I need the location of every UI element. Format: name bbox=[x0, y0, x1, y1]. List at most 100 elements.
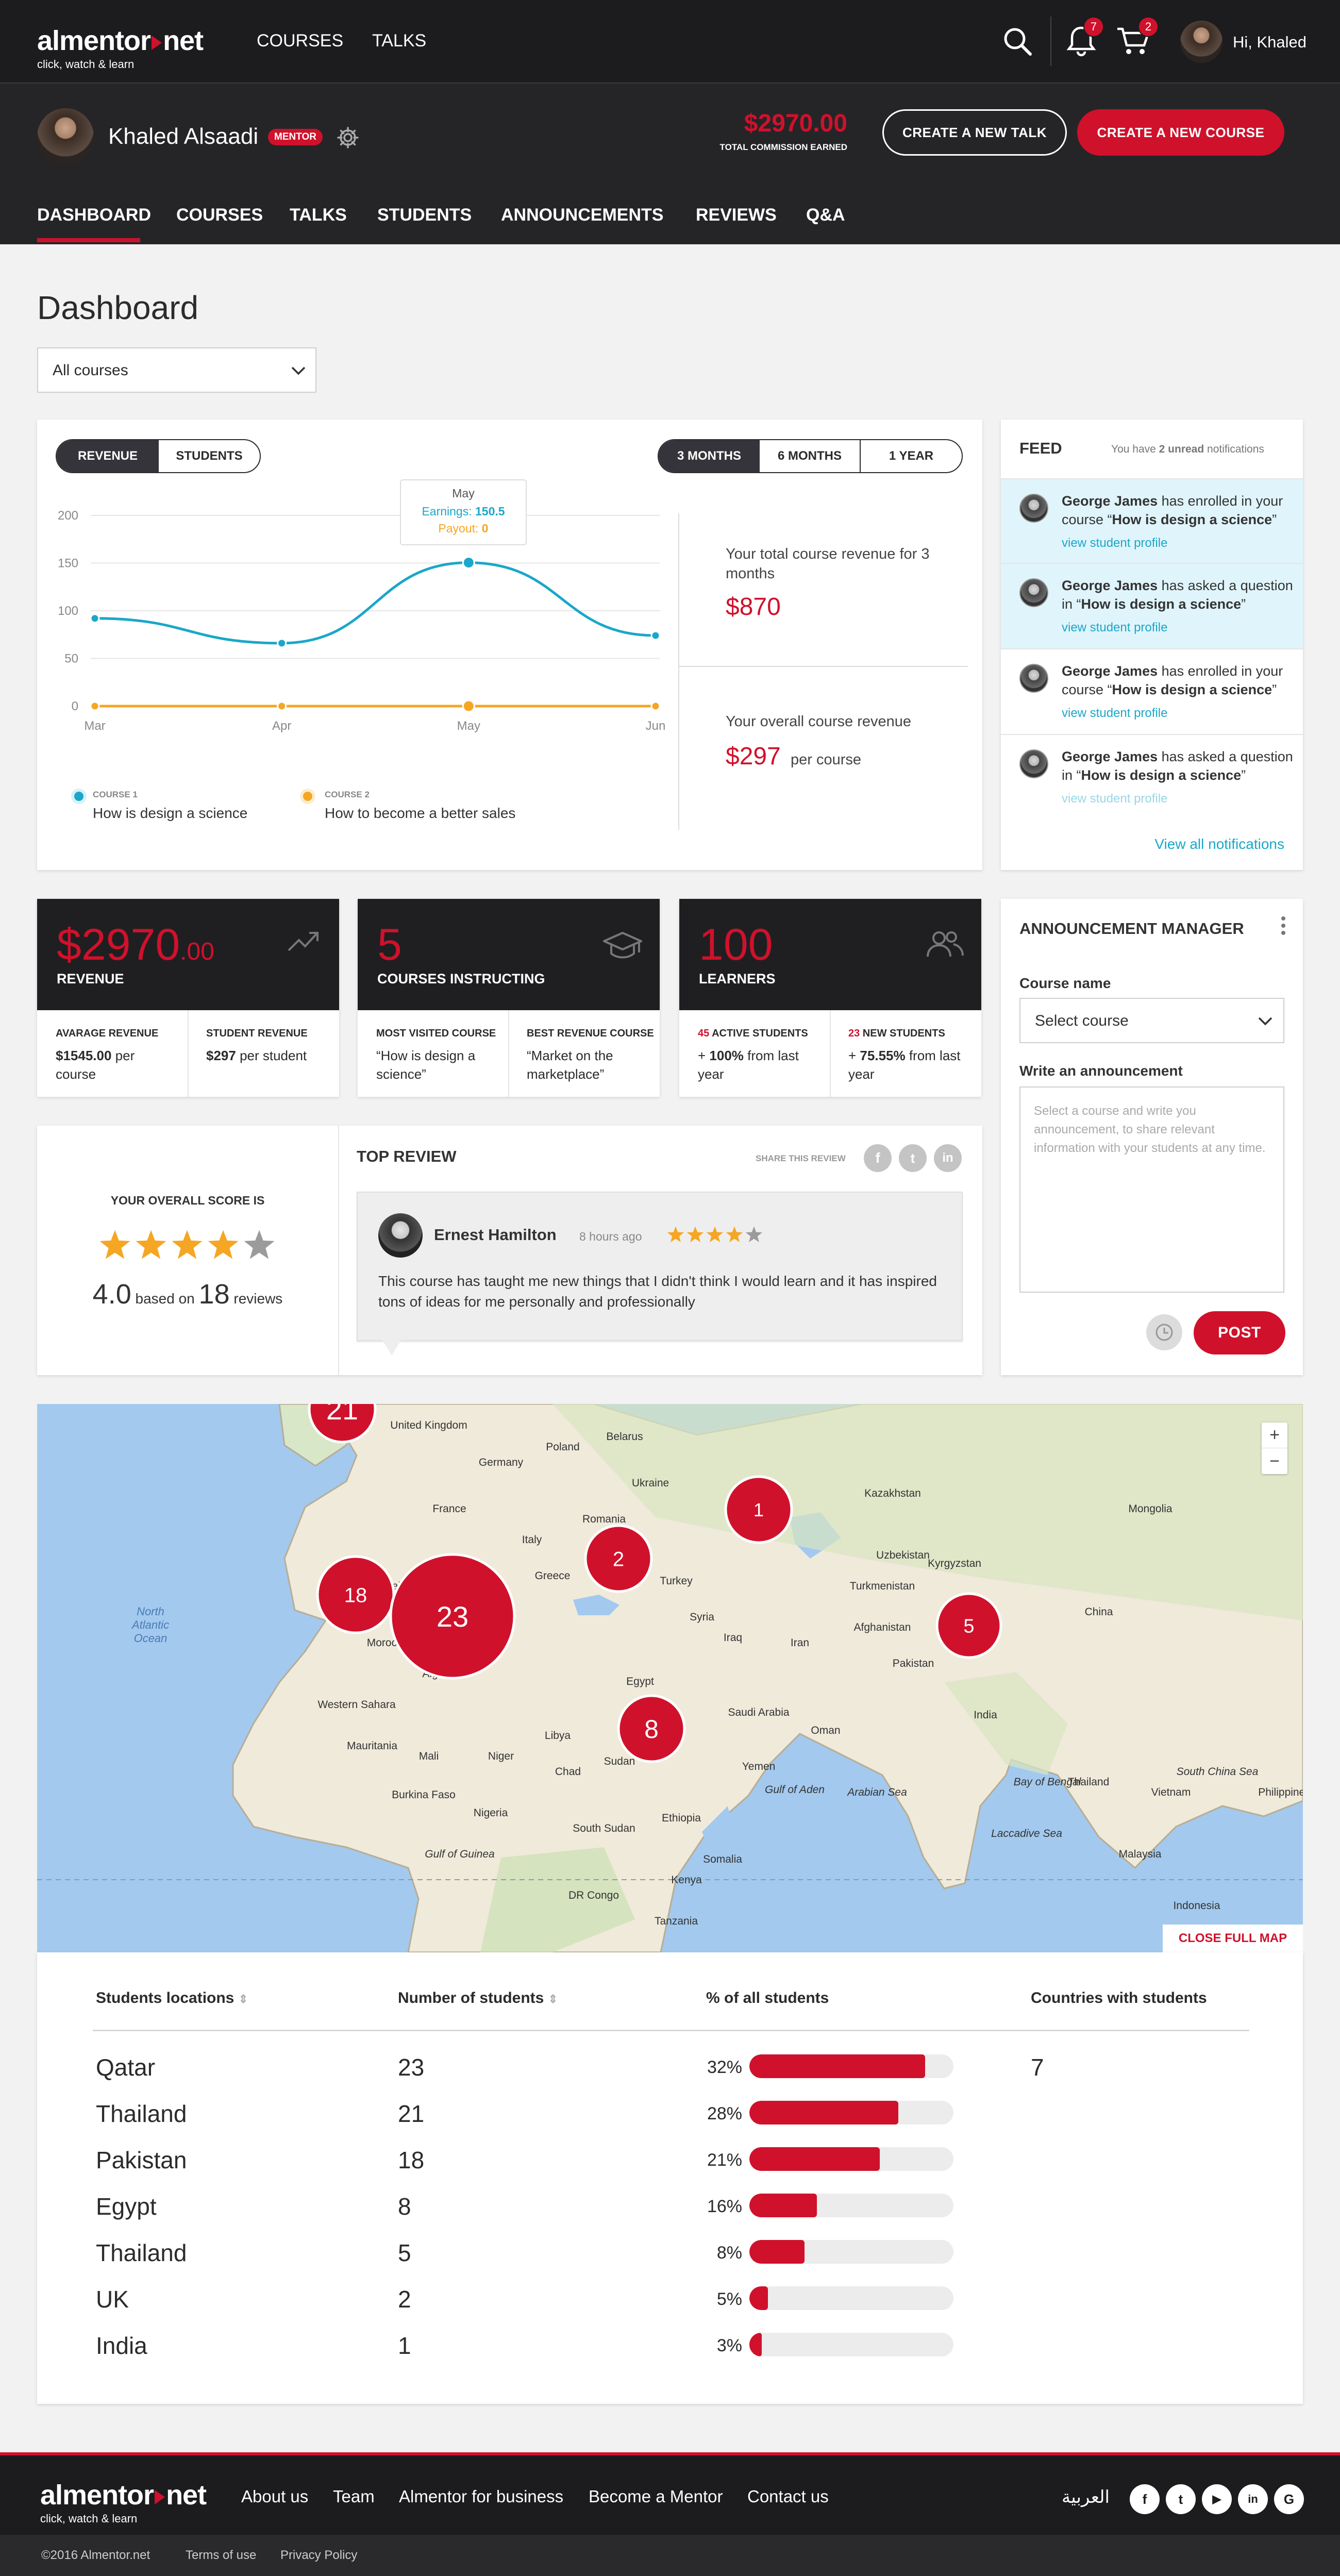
course-name-label: Course name bbox=[1019, 975, 1111, 991]
footer-link-contact[interactable]: Contact us bbox=[747, 2487, 829, 2506]
map-cluster-marker[interactable]: 8 bbox=[617, 1694, 686, 1763]
map-cluster-marker[interactable]: 1 bbox=[724, 1475, 793, 1544]
location-percent: 28% bbox=[707, 2104, 742, 2123]
map-cluster-marker[interactable]: 23 bbox=[389, 1553, 516, 1680]
range-6-months[interactable]: 6 MONTHS bbox=[760, 440, 861, 472]
course-filter-select[interactable]: All courses bbox=[37, 347, 316, 393]
create-course-button[interactable]: CREATE A NEW COURSE bbox=[1077, 109, 1284, 156]
map-country-label: Nigeria bbox=[474, 1807, 508, 1819]
zoom-in-button[interactable]: + bbox=[1262, 1423, 1287, 1448]
terms-link[interactable]: Terms of use bbox=[186, 2548, 256, 2563]
logo[interactable]: almentor net click, watch & learn bbox=[37, 25, 204, 71]
footer-link-business[interactable]: Almentor for business bbox=[399, 2487, 563, 2506]
data-point[interactable] bbox=[462, 699, 475, 713]
zoom-out-button[interactable]: − bbox=[1262, 1448, 1287, 1474]
twitter-share-icon[interactable]: t bbox=[899, 1144, 927, 1172]
post-button[interactable]: POST bbox=[1194, 1311, 1285, 1354]
linkedin-share-icon[interactable]: in bbox=[934, 1144, 962, 1172]
range-3-months[interactable]: 3 MONTHS bbox=[659, 440, 760, 472]
location-percent-bar bbox=[749, 2286, 953, 2310]
nav-courses[interactable]: COURSES bbox=[257, 31, 343, 51]
courses-stat-value: 5 bbox=[377, 920, 402, 969]
map-country-label: Pakistan bbox=[893, 1658, 934, 1669]
linkedin-icon[interactable]: in bbox=[1238, 2484, 1268, 2514]
view-student-profile-link[interactable]: view student profile bbox=[1062, 536, 1167, 550]
data-point[interactable] bbox=[90, 701, 100, 711]
facebook-icon[interactable]: f bbox=[1130, 2484, 1160, 2514]
privacy-link[interactable]: Privacy Policy bbox=[280, 2548, 357, 2563]
tab-dashboard[interactable]: DASHBOARD bbox=[37, 205, 151, 225]
most-visited-value[interactable]: “How is design a science” bbox=[376, 1046, 500, 1083]
y-tick-label: 50 bbox=[64, 652, 78, 666]
toggle-students[interactable]: STUDENTS bbox=[159, 440, 260, 472]
toggle-revenue[interactable]: REVENUE bbox=[57, 440, 159, 472]
map-cluster-marker[interactable]: 18 bbox=[316, 1555, 395, 1634]
tab-qa[interactable]: Q&A bbox=[806, 205, 845, 225]
location-percent-bar bbox=[749, 2054, 953, 2078]
active-tab-indicator bbox=[37, 238, 140, 242]
tab-announcements[interactable]: ANNOUNCEMENTS bbox=[501, 205, 663, 225]
view-student-profile-link[interactable]: view student profile bbox=[1062, 621, 1167, 635]
cart-badge: 2 bbox=[1138, 16, 1159, 37]
data-point[interactable] bbox=[90, 613, 100, 624]
youtube-icon[interactable]: ▶ bbox=[1202, 2484, 1232, 2514]
data-point[interactable] bbox=[462, 556, 475, 570]
data-point[interactable] bbox=[277, 638, 287, 648]
announcement-textarea[interactable]: Select a course and write you announceme… bbox=[1019, 1086, 1284, 1293]
nav-talks[interactable]: TALKS bbox=[372, 31, 426, 51]
feed-item[interactable]: George James has asked a question in “Ho… bbox=[1001, 564, 1303, 649]
more-vertical-icon[interactable] bbox=[1281, 916, 1286, 935]
tab-reviews[interactable]: REVIEWS bbox=[696, 205, 777, 225]
facebook-share-icon[interactable]: f bbox=[864, 1144, 892, 1172]
data-point[interactable] bbox=[277, 701, 287, 711]
best-revenue-value[interactable]: “Market on the marketplace” bbox=[527, 1046, 650, 1083]
learners-stat-card: 100 LEARNERS 45 ACTIVE STUDENTS + 100% f… bbox=[679, 899, 981, 1097]
feed-item[interactable]: George James has enrolled in your course… bbox=[1001, 649, 1303, 735]
location-percent: 16% bbox=[707, 2197, 742, 2216]
students-map[interactable]: United Kingdom Poland Belarus Germany Ukrain… bbox=[37, 1404, 1303, 1952]
logo-name: almentor bbox=[37, 25, 151, 56]
share-review-label: SHARE THIS REVIEW bbox=[756, 1153, 846, 1163]
feed-title: FEED bbox=[1019, 439, 1062, 457]
tab-students[interactable]: STUDENTS bbox=[377, 205, 472, 225]
footer-link-about[interactable]: About us bbox=[241, 2487, 308, 2506]
view-student-profile-link[interactable]: view student profile bbox=[1062, 706, 1167, 721]
map-cluster-marker[interactable]: 2 bbox=[584, 1524, 653, 1593]
location-percent-bar bbox=[749, 2333, 953, 2356]
legend-swatch-course-2 bbox=[300, 789, 315, 804]
schedule-clock-button[interactable] bbox=[1146, 1314, 1182, 1350]
view-student-profile-link[interactable]: view student profile bbox=[1062, 792, 1167, 806]
map-cluster-count: 1 bbox=[753, 1499, 764, 1520]
sort-icon[interactable]: ⇕ bbox=[239, 1993, 248, 2005]
course-name-select[interactable]: Select course bbox=[1019, 998, 1284, 1043]
logo-tagline: click, watch & learn bbox=[37, 58, 135, 71]
header-students-locations[interactable]: Students locations ⇕ bbox=[96, 1989, 248, 2007]
view-all-notifications-link[interactable]: View all notifications bbox=[1145, 836, 1284, 852]
feed-item[interactable]: George James has asked a question in “Ho… bbox=[1001, 735, 1303, 821]
feed-item[interactable]: George James has enrolled in your course… bbox=[1001, 478, 1303, 564]
gear-icon[interactable] bbox=[336, 126, 360, 149]
range-1-year[interactable]: 1 YEAR bbox=[861, 440, 962, 472]
google-icon[interactable]: G bbox=[1274, 2484, 1304, 2514]
create-talk-button[interactable]: CREATE A NEW TALK bbox=[882, 109, 1067, 156]
top-review-title: TOP REVIEW bbox=[357, 1147, 457, 1165]
header-number-of-students[interactable]: Number of students ⇕ bbox=[398, 1989, 558, 2007]
greeting[interactable]: Hi, Khaled bbox=[1233, 33, 1306, 52]
twitter-icon[interactable]: t bbox=[1166, 2484, 1196, 2514]
user-avatar[interactable] bbox=[1180, 21, 1222, 63]
tab-courses[interactable]: COURSES bbox=[176, 205, 263, 225]
overall-score-stars bbox=[99, 1229, 276, 1262]
revenue-stat-value: $2970.00 bbox=[57, 920, 214, 969]
footer-link-team[interactable]: Team bbox=[333, 2487, 375, 2506]
locations-table bbox=[37, 1952, 1303, 2404]
footer-logo[interactable]: almentor net click, watch & learn bbox=[40, 2479, 207, 2525]
sort-icon[interactable]: ⇕ bbox=[548, 1993, 558, 2005]
footer-link-mentor[interactable]: Become a Mentor bbox=[589, 2487, 723, 2506]
map-cluster-marker[interactable]: 5 bbox=[935, 1592, 1002, 1659]
language-arabic-link[interactable]: العربية bbox=[1062, 2487, 1110, 2507]
data-point[interactable] bbox=[650, 630, 661, 641]
tab-talks[interactable]: TALKS bbox=[290, 205, 347, 225]
search-icon[interactable] bbox=[1002, 26, 1033, 57]
data-point[interactable] bbox=[650, 701, 661, 711]
close-full-map-button[interactable]: CLOSE FULL MAP bbox=[1163, 1925, 1303, 1952]
